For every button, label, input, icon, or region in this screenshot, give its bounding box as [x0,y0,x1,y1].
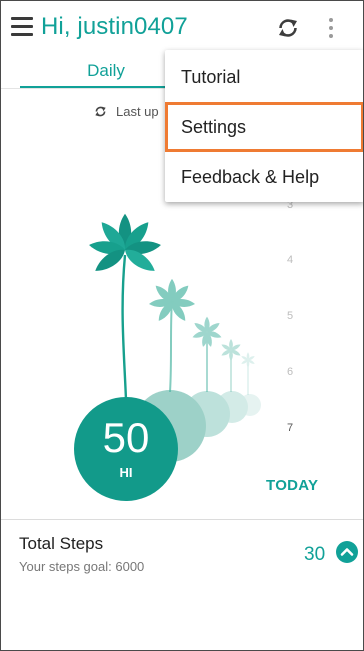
menu-item-feedback-help[interactable]: Feedback & Help [165,152,364,202]
overflow-menu: Tutorial Settings Feedback & Help [165,50,364,202]
chevron-up-circle-icon[interactable] [336,541,358,563]
refresh-icon [94,105,107,118]
more-vert-icon[interactable] [327,15,335,41]
last-updated: Last up [94,104,159,119]
total-steps-title: Total Steps [19,534,104,553]
tree-3 [191,316,223,392]
day-label: 7 [287,422,294,434]
today-label[interactable]: TODAY [266,477,318,494]
tree-5 [240,352,256,395]
current-value: 50 [102,414,150,461]
menu-item-settings[interactable]: Settings [165,102,364,152]
tree-4 [220,339,242,392]
day-label: 5 [287,310,294,322]
day-label: 4 [287,254,294,266]
steps-goal: Your steps goal: 6000 [19,559,145,574]
menu-item-tutorial[interactable]: Tutorial [165,52,364,102]
steps-value: 30 [304,544,326,565]
section-divider [0,519,364,520]
last-updated-text: Last up [116,104,159,119]
current-level: HI [119,465,133,480]
sync-icon[interactable] [276,16,300,40]
current-activity-circle[interactable]: 50 HI [74,397,178,501]
page-title: Hi, justin0407 [41,13,188,40]
hamburger-menu-icon[interactable] [11,17,33,37]
day-label: 6 [287,366,294,378]
tree-1 [88,213,162,401]
activity-chart [88,213,261,462]
tree-2 [148,278,196,393]
